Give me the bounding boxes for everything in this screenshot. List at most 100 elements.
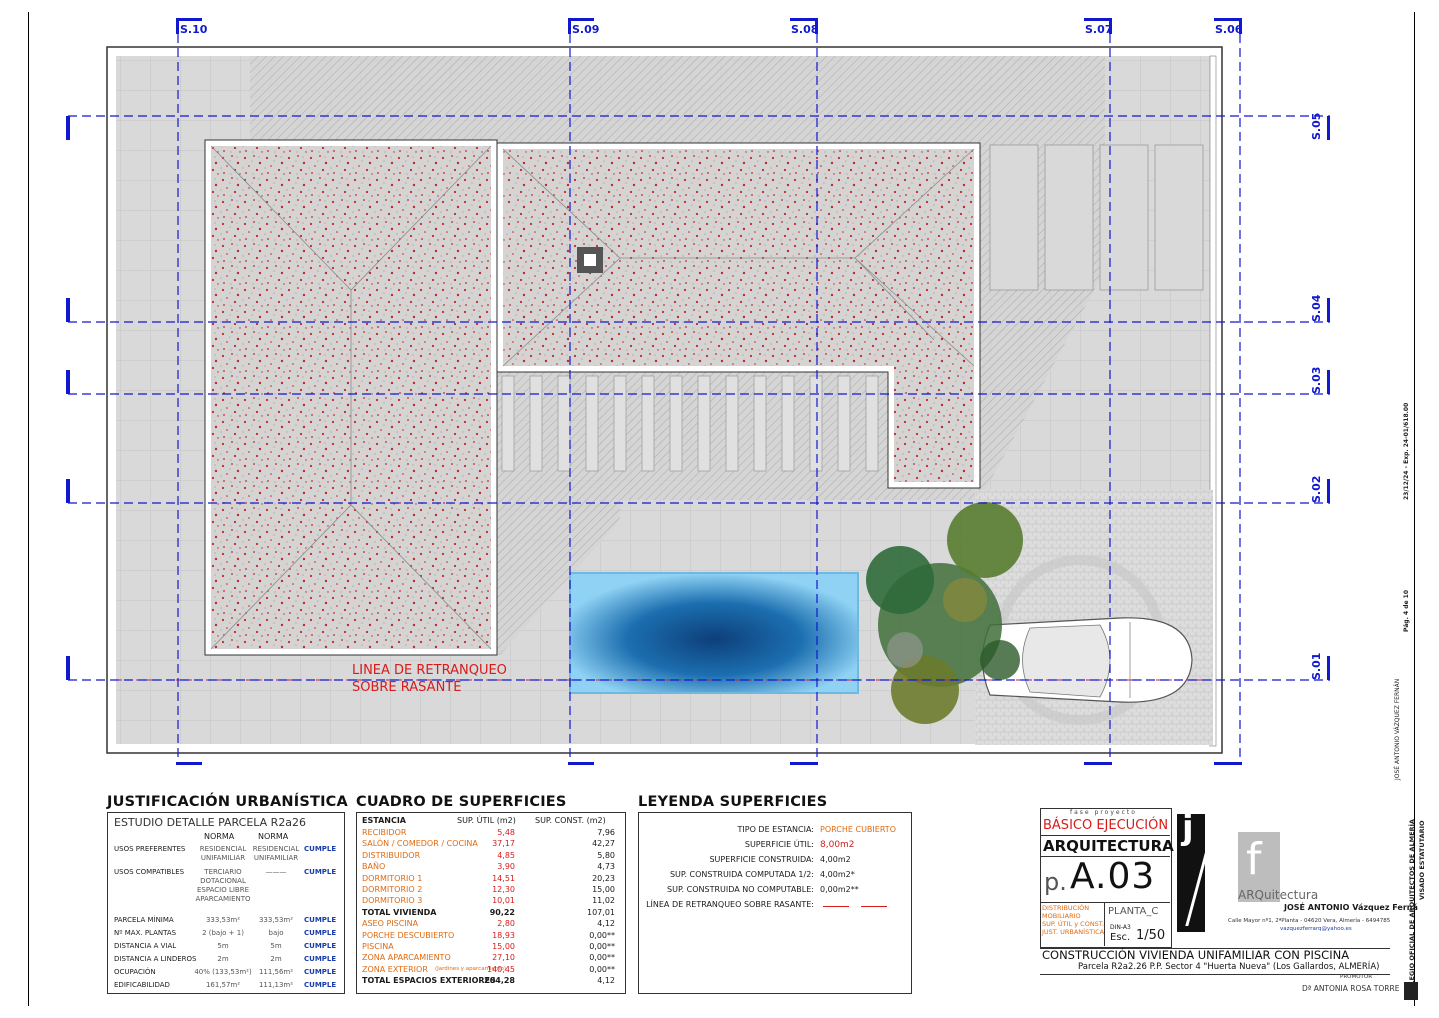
just-row-status: CUMPLE [304,955,337,963]
just-row-proyecto: 333,53m² [258,916,294,924]
just-row-status: CUMPLE [304,916,337,924]
promotor-name: Dª ANTONIA ROSA TORRE [1302,984,1400,993]
cuadro-row-const: 7,96 [597,828,615,837]
cuadro-row-util: 15,00 [492,942,515,951]
leyenda-title: LEYENDA SUPERFICIES [638,794,828,810]
cuadro-row-util: 5,48 [497,828,515,837]
just-row-label: EDIFICABILIDAD [114,981,170,989]
cuadro-row-const: 15,00 [592,885,615,894]
cuadro-row-util: 10,01 [492,896,515,906]
cuadro-row-util: 2,80 [497,919,515,929]
grid-label-row: S.05 [1310,112,1323,140]
cuadro-row-name: DORMITORIO 1 [362,873,423,883]
cuadro-row-const: 0,00** [589,942,615,951]
grid-label-column: S.07 [1085,23,1113,36]
leyenda-row-value: 8,00m2 [820,840,855,850]
leyenda-row-value: PORCHE CUBIERTO [820,825,896,834]
just-row-norma: 333,53m² [205,916,241,924]
roof-plan-drawing [66,18,1330,765]
logo-text: ARQuitectura [1238,888,1319,902]
just-row-status: CUMPLE [304,981,337,989]
grid-label-row: S.03 [1310,366,1323,394]
cuadro-row-const: 0,00** [589,953,615,963]
cuadro-row-name: RECIBIDOR [362,828,407,837]
justificacion-title: JUSTIFICACIÓN URBANÍSTICA [107,794,348,810]
cuadro-row-name: TOTAL VIVIENDA [362,907,437,917]
cuadro-row-const: 4,12 [597,919,615,929]
cuadro-row-const: 107,01 [587,907,615,917]
cuadro-row-const: 42,27 [592,839,615,849]
just-row-norma: 2m [217,955,229,963]
just-row-norma: 5m [217,942,229,950]
grid-label-column: S.10 [180,23,208,36]
cuadro-row-const: 11,02 [592,896,615,906]
cuadro-row-name: BAÑO [362,862,386,872]
leyenda-row-label: LÍNEA DE RETRANQUEO SOBRE RASANTE: [646,900,814,909]
sheet-format: DIN-A3 [1110,924,1131,931]
leyenda-row-label: SUP. CONSTRUIDA COMPUTADA 1/2: [669,870,814,879]
just-row-status: CUMPLE [304,929,337,937]
col-header-norma: NORMA [258,832,289,841]
title-block: fase proyecto BÁSICO EJECUCIÓN ARQUITECT… [1040,808,1418,1006]
scale-label: Esc. [1110,932,1131,943]
side-note-author: JOSÉ ANTONIO VÁZQUEZ FERNÁN [1394,678,1401,780]
cuadro-row-util: 37,17 [492,839,515,849]
grid-label-row: S.04 [1310,294,1323,322]
grid-label-column: S.06 [1215,23,1243,36]
setback-legend-line [823,906,849,907]
side-note-page: Pág. 4 de 10 [1403,589,1410,632]
just-row-label: USOS COMPATIBLES [114,868,185,876]
just-row-norma: RESIDENCIAL UNIFAMILIAR [199,845,247,862]
project-site: Parcela R2a2.26 P.P. Sector 4 "Huerta Nu… [1078,962,1380,972]
grid-label-column: S.08 [791,23,819,36]
cuadro-row-const: 4,73 [597,862,615,872]
just-row-norma: 40% (133,53m²) [194,968,252,976]
sheet-prefix: p. [1044,868,1067,896]
discipline: ARQUITECTURA [1043,837,1174,855]
logo-letter-j: j [1182,808,1194,848]
sheet-desc-line: MOBILIARIO [1042,912,1081,920]
just-row-label: PARCELA MÍNIMA [114,916,174,924]
just-row-status: CUMPLE [304,868,337,876]
stamp-icon [1404,982,1418,1000]
just-row-norma: TERCIARIO DOTACIONAL ESPACIO LIBRE APARC… [195,868,251,903]
logo-letter-f: f [1246,834,1262,885]
grid-label-row: S.02 [1310,475,1323,503]
just-row-proyecto: bajo [268,929,284,937]
just-row-status: CUMPLE [304,845,337,853]
fase-value: BÁSICO EJECUCIÓN [1043,818,1169,833]
just-row-norma: 2 (bajo + 1) [202,929,244,937]
justificacion-subtitle: ESTUDIO DETALLE PARCELA R2a26 [114,816,307,829]
cuadro-row-name: DORMITORIO 2 [362,885,423,894]
cuadro-row-name: ASEO PISCINA [362,919,419,929]
cuadro-row-const: 5,80 [597,850,615,860]
cuadro-row-const: 0,00** [589,930,615,940]
side-note-college: COLEGIO OFICIAL DE ARQUITECTOS DE ALMERÍ… [1408,819,1416,995]
cuadro-row-name: DORMITORIO 3 [362,896,423,906]
cuadro-row-util: 90,22 [489,907,515,917]
just-row-proyecto: 111,56m² [258,968,294,976]
sheet-number: A.03 [1070,856,1156,897]
just-row-norma: 161,57m² [205,981,241,989]
cuadro-row-util: 18,93 [492,930,515,940]
cuadro-row-name: TOTAL ESPACIOS EXTERIORES [362,976,496,986]
cuadro-row-name: ZONA APARCAMIENTO [362,953,451,963]
project-title: CONSTRUCCIÓN VIVIENDA UNIFAMILIAR CON PI… [1042,948,1350,962]
just-row-label: USOS PREFERENTES [114,845,186,853]
plan-name: PLANTA_C [1108,906,1159,917]
just-row-label: DISTANCIA A LINDEROS [114,955,197,963]
fase-label: fase proyecto [1070,809,1137,816]
sheet-desc-line: DISTRIBUCIÓN [1042,904,1090,912]
setback-line-label: LINEA DE RETRANQUEO SOBRE RASANTE [352,662,507,696]
leyenda-row-label: SUPERFICIE CONSTRUIDA: [709,855,814,864]
cuadro-row-const: 20,23 [592,873,615,883]
col-header-norma: NORMA [204,832,235,841]
cuadro-row-name: PISCINA [362,942,394,951]
just-row-proyecto: ——— [265,868,287,876]
cuadro-row-name: PORCHE DESCUBIERTO [362,930,455,940]
just-row-label: OCUPACIÓN [114,968,156,976]
leyenda-row-value: 0,00m2** [820,885,859,894]
just-row-proyecto: RESIDENCIAL UNIFAMILIAR [252,845,300,862]
leyenda-row-label: SUPERFICIE ÚTIL: [744,840,814,849]
sheet-description: DISTRIBUCIÓN MOBILIARIO SUP. ÚTIL y CONS… [1042,904,1104,936]
